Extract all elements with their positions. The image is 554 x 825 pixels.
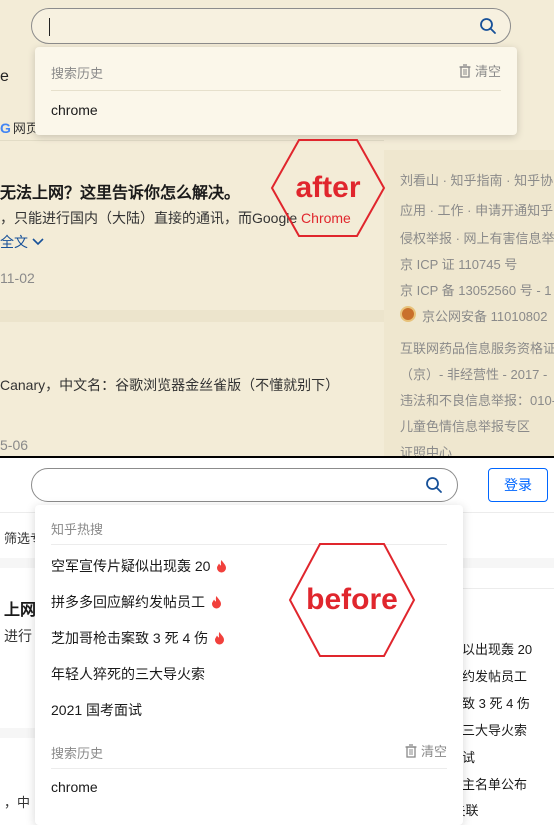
before-label: before bbox=[306, 583, 398, 616]
hot-search-label: 芝加哥枪击案致 3 死 4 伤 bbox=[51, 630, 209, 646]
hot-search-item[interactable]: 芝加哥枪击案致 3 死 4 伤 bbox=[51, 628, 225, 648]
search-icon[interactable] bbox=[425, 476, 443, 494]
google-tab[interactable]: G 网页 bbox=[0, 118, 39, 137]
trash-icon bbox=[405, 743, 417, 758]
footer-line[interactable]: 互联网药品信息服务资格证 bbox=[400, 338, 554, 357]
after-label-badge: after bbox=[270, 138, 386, 238]
search-icon[interactable] bbox=[479, 17, 497, 35]
hot-list-item[interactable]: 致 3 死 4 伤 bbox=[462, 693, 530, 712]
footer-line[interactable]: 侵权举报 · 网上有害信息举 bbox=[400, 228, 554, 247]
read-more-link[interactable]: 全文 bbox=[0, 232, 44, 252]
hot-search-label: 年轻人猝死的三大导火索 bbox=[51, 666, 205, 682]
clear-history-button[interactable]: 清空 bbox=[405, 741, 447, 760]
after-screenshot: e G 网页 无法上网？这里告诉你怎么解决。 ，只能进行国内（大陆）直接的通讯，… bbox=[0, 0, 554, 456]
search-input[interactable] bbox=[31, 468, 458, 502]
history-title: 搜索历史 bbox=[51, 746, 104, 761]
hot-search-item[interactable]: 2021 国考面试 bbox=[51, 700, 142, 720]
footer-line[interactable]: 证照中心 bbox=[400, 442, 452, 456]
flame-icon bbox=[217, 559, 227, 572]
history-title: 搜索历史 bbox=[51, 66, 104, 81]
hot-search-header: 知乎热搜 bbox=[51, 505, 447, 545]
after-label: after bbox=[295, 171, 361, 204]
result-date: 11-02 bbox=[0, 270, 35, 286]
result-snippet: Canary，中文名：谷歌浏览器金丝雀版（不懂就别下） bbox=[0, 377, 340, 393]
hot-list-item[interactable]: 三大导火索 bbox=[462, 720, 527, 739]
before-screenshot: 登录 筛选专 上网 进行 ，中 以出现轰 20 约发帖员工 致 3 死 4 伤 … bbox=[0, 458, 554, 825]
hot-search-item[interactable]: 年轻人猝死的三大导火索 bbox=[51, 664, 205, 684]
history-item[interactable]: chrome bbox=[51, 102, 98, 118]
trash-icon bbox=[459, 63, 471, 78]
history-header: 搜索历史 清空 bbox=[51, 47, 501, 91]
hot-search-label: 2021 国考面试 bbox=[51, 702, 143, 718]
hot-search-label: 空军宣传片疑似出现轰 20 bbox=[51, 558, 211, 574]
hot-list-item[interactable]: 以出现轰 20 bbox=[462, 639, 532, 658]
footer-line[interactable]: 应用 · 工作 · 申请开通知乎 bbox=[400, 200, 553, 219]
clear-label: 清空 bbox=[420, 744, 447, 759]
flame-icon bbox=[212, 595, 221, 608]
hot-search-item[interactable]: 拼多多回应解约发帖员工 bbox=[51, 592, 222, 612]
history-item[interactable]: chrome bbox=[51, 779, 98, 795]
hot-list-item[interactable]: 约发帖员工 bbox=[462, 666, 527, 685]
result-snippet-stub: 进行 bbox=[4, 628, 32, 644]
footer-line[interactable]: 京公网安备 11010802 bbox=[422, 306, 548, 325]
google-logo-icon: G bbox=[0, 119, 11, 136]
chevron-down-icon bbox=[32, 238, 44, 246]
card-separator bbox=[0, 310, 384, 322]
police-badge-icon bbox=[400, 306, 416, 322]
read-more-label: 全文 bbox=[0, 234, 28, 250]
footer-line[interactable]: 京 ICP 备 13052560 号 - 1 bbox=[400, 280, 552, 299]
result-date: 5-06 bbox=[0, 437, 29, 453]
flame-icon bbox=[215, 631, 225, 644]
hot-search-label: 拼多多回应解约发帖员工 bbox=[51, 594, 205, 610]
result-snippet-stub: ，中 bbox=[4, 795, 31, 810]
hot-search-title: 知乎热搜 bbox=[51, 522, 104, 537]
login-button[interactable]: 登录 bbox=[488, 468, 548, 502]
clear-history-button[interactable]: 清空 bbox=[459, 61, 501, 80]
result-title-stub[interactable]: 上网 bbox=[4, 596, 36, 620]
footer-line[interactable]: （京）- 非经营性 - 2017 - bbox=[400, 364, 547, 383]
footer-line[interactable]: 京 ICP 证 110745 号 bbox=[400, 254, 517, 273]
search-dropdown: 搜索历史 清空 chrome bbox=[35, 47, 517, 135]
sidebar-footer: 刘看山 · 知乎指南 · 知乎协 应用 · 工作 · 申请开通知乎 侵权举报 ·… bbox=[384, 150, 554, 456]
clear-label: 清空 bbox=[474, 64, 501, 79]
search-input[interactable] bbox=[31, 8, 511, 44]
text-caret bbox=[49, 18, 50, 36]
footer-line[interactable]: 违法和不良信息举报：010- bbox=[400, 390, 554, 409]
hot-list-item[interactable]: 试 bbox=[462, 747, 475, 766]
history-header: 搜索历史 清空 bbox=[51, 729, 447, 769]
result-title[interactable]: 无法上网？这里告诉你怎么解决。 bbox=[0, 179, 240, 203]
hot-search-item[interactable]: 空军宣传片疑似出现轰 20 bbox=[51, 556, 227, 576]
hot-list-item[interactable]: 主名单公布 bbox=[462, 774, 527, 793]
before-label-badge: before bbox=[288, 542, 416, 658]
footer-line[interactable]: 儿童色情信息举报专区 bbox=[400, 416, 530, 435]
page-left-stub-text: e bbox=[0, 68, 9, 85]
footer-line[interactable]: 刘看山 · 知乎指南 · 知乎协 bbox=[400, 170, 553, 189]
